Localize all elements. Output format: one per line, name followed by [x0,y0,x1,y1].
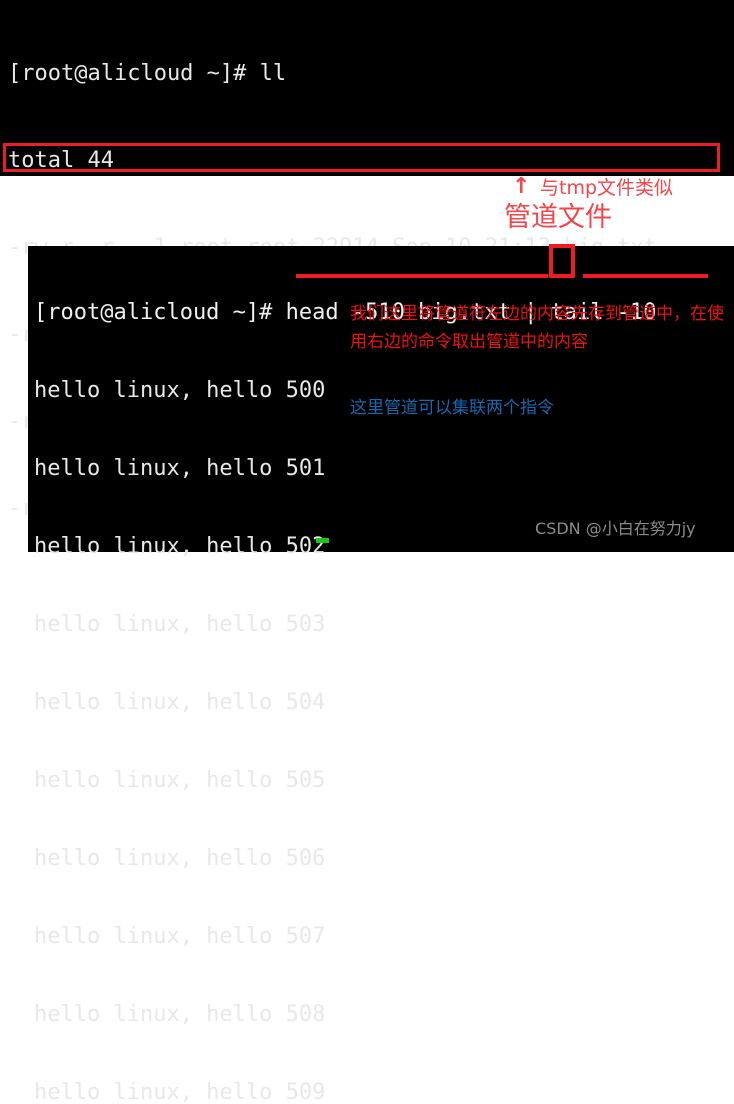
terminal-cursor [316,538,329,543]
terminal-panel-top[interactable]: [root@alicloud ~]# ll total 44 -rw-r--r-… [0,0,734,521]
annotation-similar-to-tmp: 与tmp文件类似 [540,177,674,199]
terminal-bottom-line: hello linux, hello 507 [34,924,326,949]
annotation-pipe-chaining: 这里管道可以集联两个指令 [350,398,554,418]
terminal-panel-bottom[interactable]: [root@alicloud ~]# head -510 big.txt | t… [28,244,734,1104]
annotation-pipe-explanation: 我们这里将管道符左边的内容先存到管道中，在使用右边的命令取出管道中的内容 [350,304,724,352]
terminal-bottom-line: hello linux, hello 503 [34,612,326,637]
terminal-bottom-output: [root@alicloud ~]# head -510 big.txt | t… [34,248,657,1104]
terminal-top-line: total 44 [8,148,114,173]
terminal-bottom-line: hello linux, hello 508 [34,1002,326,1027]
up-arrow-icon: ↑ [512,174,531,199]
underline-tail-command [583,274,708,278]
underline-head-command [296,274,548,278]
annotation-pipe-file-label: 管道文件 [504,202,612,233]
terminal-bottom-line: hello linux, hello 509 [34,1080,326,1104]
terminal-bottom-line: hello linux, hello 505 [34,768,326,793]
terminal-top-line: [root@alicloud ~]# ll [8,61,287,86]
terminal-bottom-line: hello linux, hello 504 [34,690,326,715]
highlight-box-pipe-character [549,244,575,278]
terminal-bottom-line: hello linux, hello 501 [34,456,326,481]
terminal-bottom-line: hello linux, hello 506 [34,846,326,871]
csdn-watermark: CSDN @小白在努力jy [535,519,696,538]
